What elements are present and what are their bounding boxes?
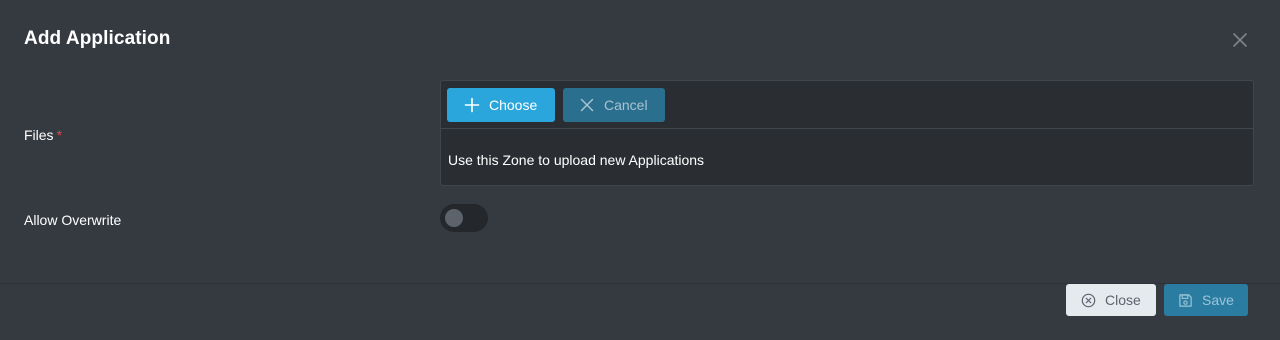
required-marker: *: [56, 127, 63, 143]
file-upload-buttonbar: Choose Cancel: [441, 81, 1253, 129]
close-icon[interactable]: [1230, 30, 1250, 50]
allow-overwrite-label: Allow Overwrite: [24, 212, 122, 228]
toggle-knob: [445, 209, 463, 227]
save-button-label: Save: [1202, 292, 1234, 308]
upload-empty-message: Use this Zone to upload new Applications: [448, 152, 705, 168]
x-icon: [580, 98, 594, 112]
choose-button-label: Choose: [489, 97, 538, 113]
add-application-dialog: Add Application Files * Choose Cancel Us…: [0, 0, 1280, 340]
close-button[interactable]: Close: [1066, 284, 1156, 316]
cancel-upload-button[interactable]: Cancel: [563, 88, 665, 122]
files-label-text: Files: [24, 127, 54, 143]
cancel-button-label: Cancel: [604, 97, 648, 113]
dialog-title: Add Application: [24, 28, 171, 49]
times-circle-icon: [1081, 293, 1096, 307]
save-icon: [1179, 293, 1192, 307]
choose-button[interactable]: Choose: [447, 88, 555, 122]
file-upload-zone[interactable]: Choose Cancel Use this Zone to upload ne…: [440, 80, 1254, 186]
close-button-label: Close: [1105, 292, 1141, 308]
allow-overwrite-toggle[interactable]: [440, 204, 488, 232]
save-button[interactable]: Save: [1164, 284, 1248, 316]
plus-icon: [464, 97, 480, 113]
files-label: Files *: [24, 127, 62, 143]
